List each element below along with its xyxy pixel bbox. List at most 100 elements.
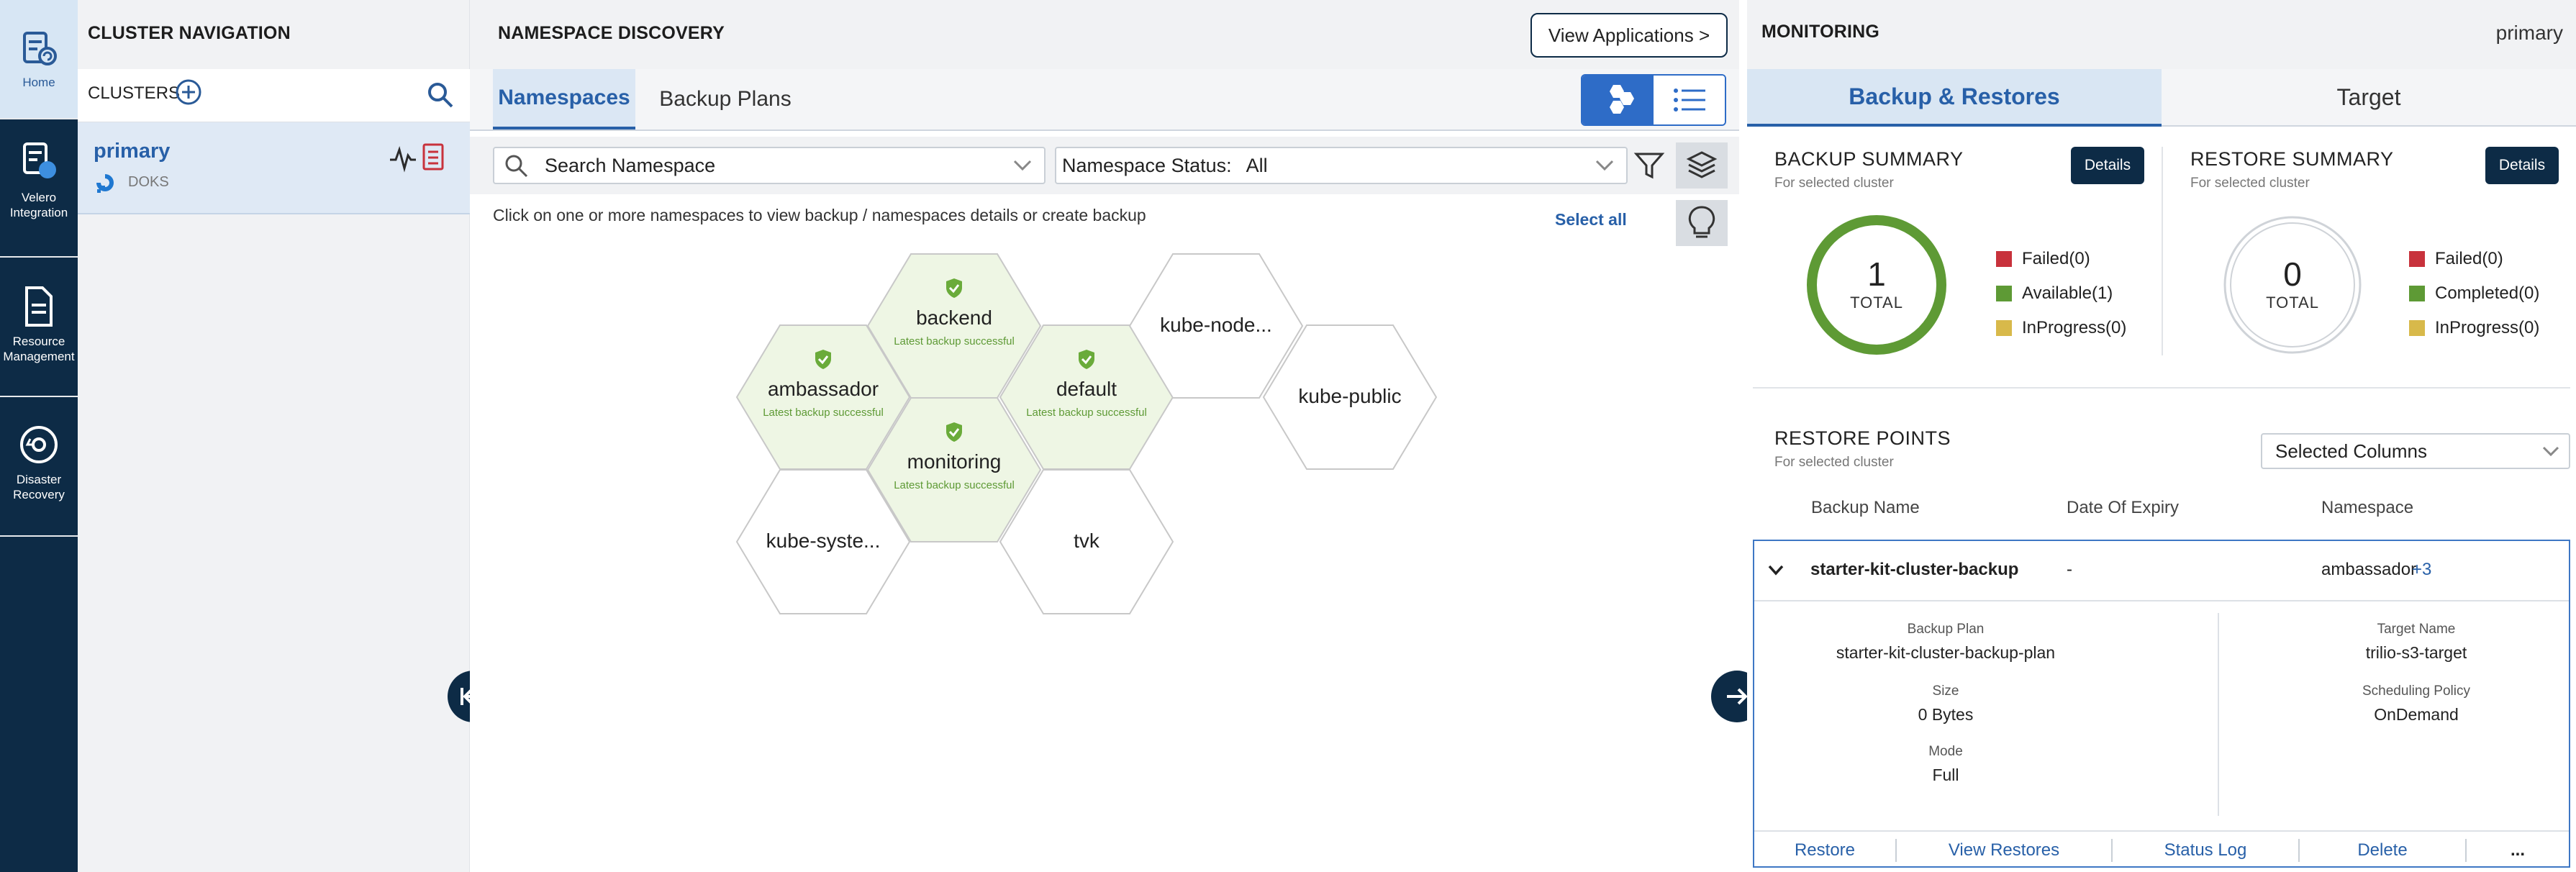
cluster-navigation-panel: CLUSTER NAVIGATION CLUSTERS primary DOKS [78, 0, 470, 872]
rail-label-disaster-recovery: Disaster Recovery [13, 473, 65, 501]
layers-button[interactable] [1676, 142, 1728, 189]
view-toggle [1581, 74, 1726, 126]
view-restores-action[interactable]: View Restores [1897, 832, 2111, 869]
restore-donut: 0 TOTAL [2221, 213, 2364, 357]
legend-label: Failed(0) [2022, 249, 2090, 268]
scheduling-policy-value: OnDemand [2374, 705, 2459, 724]
backup-total-label: TOTAL [1850, 294, 1903, 312]
column-header-namespace[interactable]: Namespace [2321, 498, 2413, 518]
activity-icon[interactable] [389, 144, 417, 173]
backup-summary-title: BACKUP SUMMARY [1774, 148, 1964, 170]
app-sidebar: Home Velero Integration Resource Managem… [0, 0, 78, 872]
select-all-link[interactable]: Select all [1555, 210, 1627, 230]
rail-item-home[interactable]: Home [0, 0, 78, 118]
legend-swatch [1996, 286, 2012, 301]
status-log-action[interactable]: Status Log [2113, 832, 2298, 869]
namespace-backup-status: Latest backup successful [894, 479, 1015, 491]
selected-columns-select[interactable]: Selected Columns [2261, 433, 2570, 469]
list-view-button[interactable] [1654, 76, 1725, 124]
legend-label: Available(1) [2022, 283, 2113, 303]
lightbulb-icon [1688, 206, 1715, 238]
hex-view-button[interactable] [1582, 76, 1654, 124]
restore-points-subtitle: For selected cluster [1774, 455, 1894, 470]
column-header-date-of-expiry[interactable]: Date Of Expiry [2067, 498, 2179, 518]
namespace-discovery-title: NAMESPACE DISCOVERY [498, 23, 725, 43]
restore-summary-subtitle: For selected cluster [2190, 176, 2310, 191]
namespace-name: kube-syste... [766, 530, 881, 552]
legend-swatch [1996, 320, 2012, 336]
backup-legend-inprogress: InProgress(0) [1996, 318, 2126, 338]
namespace-name: monitoring [907, 450, 1002, 473]
legend-swatch [2409, 286, 2425, 301]
legend-swatch [1996, 251, 2012, 267]
restore-summary-title: RESTORE SUMMARY [2190, 148, 2394, 170]
rail-item-resource-management[interactable]: Resource Management [0, 285, 78, 364]
tab-backup-restores[interactable]: Backup & Restores [1747, 69, 2162, 127]
namespace-backup-status: Latest backup successful [763, 407, 884, 419]
namespace-status-value: All [1246, 154, 1268, 176]
view-applications-button[interactable]: View Applications > [1530, 13, 1728, 58]
restore-legend-failed: Failed(0) [2409, 249, 2503, 269]
namespace-name: tvk [1074, 530, 1100, 552]
delete-action[interactable]: Delete [2300, 832, 2465, 869]
tips-button[interactable] [1676, 200, 1728, 246]
backup-total-value: 1 [1867, 255, 1886, 293]
target-name-label: Target Name [2377, 622, 2456, 637]
backup-legend-failed: Failed(0) [1996, 249, 2090, 269]
namespace-discovery-panel: NAMESPACE DISCOVERY View Applications > … [470, 0, 1739, 872]
summary-divider [2162, 147, 2163, 355]
search-icon[interactable] [426, 81, 455, 109]
backup-name-value: starter-kit-cluster-backup [1810, 560, 2019, 579]
restore-details-button[interactable]: Details [2485, 147, 2559, 184]
cluster-item-primary[interactable]: primary DOKS [78, 122, 470, 214]
size-label: Size [1932, 683, 1959, 699]
legend-swatch [2409, 251, 2425, 267]
clusters-label: CLUSTERS [88, 83, 181, 103]
size-value: 0 Bytes [1918, 705, 1974, 724]
report-icon[interactable] [422, 142, 445, 171]
rail-item-velero[interactable]: Velero Integration [0, 141, 78, 220]
namespace-value: ambassador [2321, 560, 2417, 579]
backup-plan-label: Backup Plan [1907, 622, 1985, 637]
search-namespace-select[interactable]: Search Namespace [493, 147, 1046, 184]
namespace-name: default [1056, 378, 1117, 400]
tab-target[interactable]: Target [2162, 69, 2576, 127]
namespace-status-label: Namespace Status: [1062, 154, 1232, 176]
chevron-down-icon [2542, 446, 2559, 457]
column-header-backup-name[interactable]: Backup Name [1811, 498, 1920, 518]
tab-backup-plans[interactable]: Backup Plans [635, 69, 815, 130]
rail-label-resource-management: Resource Management [3, 335, 75, 363]
add-cluster-icon[interactable] [174, 78, 203, 106]
filter-icon[interactable] [1633, 150, 1665, 181]
legend-label: Failed(0) [2435, 249, 2503, 268]
namespace-hint: Click on one or more namespaces to view … [493, 206, 1146, 224]
restore-point-row-summary[interactable]: starter-kit-cluster-backup - ambassador … [1754, 541, 2569, 601]
legend-label: InProgress(0) [2435, 318, 2540, 337]
backup-plan-value: starter-kit-cluster-backup-plan [1836, 643, 2056, 662]
list-icon [1673, 88, 1705, 112]
more-namespaces-link[interactable]: +3 [2412, 560, 2431, 580]
backup-summary-subtitle: For selected cluster [1774, 176, 1894, 191]
tab-namespaces[interactable]: Namespaces [493, 69, 635, 130]
backup-details-button[interactable]: Details [2071, 147, 2144, 184]
mode-value: Full [1932, 766, 1959, 784]
scheduling-policy-label: Scheduling Policy [2362, 683, 2470, 699]
chevron-down-icon [1595, 160, 1614, 171]
home-icon [23, 31, 57, 65]
restore-legend-completed: Completed(0) [2409, 283, 2539, 304]
document-icon [25, 286, 53, 327]
more-actions-button[interactable]: ... [2467, 832, 2569, 869]
namespace-backup-status: Latest backup successful [894, 335, 1015, 348]
section-divider [1753, 387, 2570, 389]
chevron-down-icon[interactable] [1767, 564, 1784, 577]
rail-divider [0, 535, 78, 537]
rail-divider [0, 396, 78, 397]
rail-item-disaster-recovery[interactable]: Disaster Recovery [0, 423, 78, 502]
namespace-status-select[interactable]: Namespace Status: All [1055, 147, 1628, 184]
search-icon [505, 155, 528, 178]
selected-columns-label: Selected Columns [2275, 440, 2427, 462]
hexagon-grid-icon [1609, 85, 1634, 114]
monitoring-panel: MONITORING primary Backup & Restores Tar… [1747, 0, 2576, 872]
restore-action[interactable]: Restore [1754, 832, 1895, 869]
chevron-down-icon [1013, 160, 1032, 171]
